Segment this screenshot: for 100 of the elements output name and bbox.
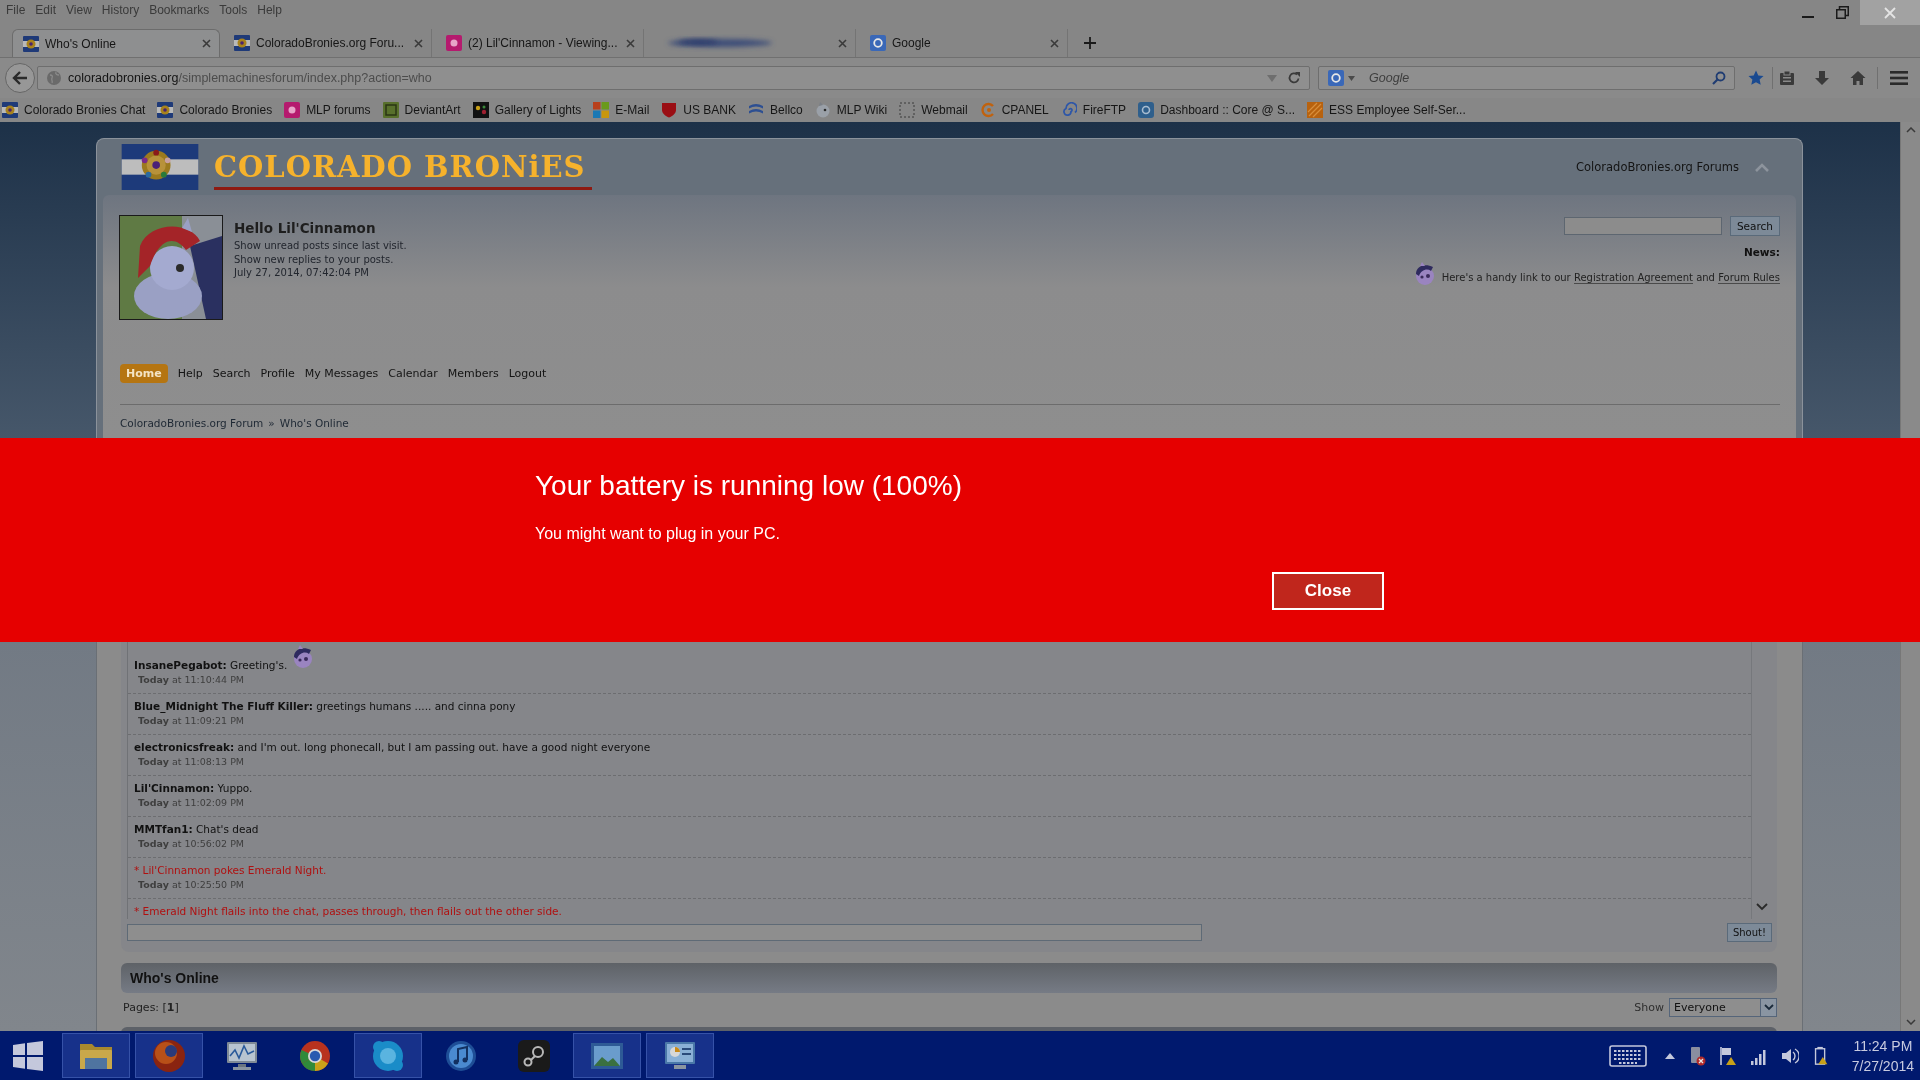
bookmark-item[interactable]: FireFTP [1060, 102, 1127, 118]
flag-logo-icon [157, 102, 174, 118]
home-icon[interactable] [1850, 70, 1866, 86]
nav-item[interactable]: Help [177, 364, 203, 383]
search-bar[interactable]: Google [1318, 66, 1735, 90]
close-icon[interactable] [1050, 38, 1059, 48]
scrollbar[interactable] [1900, 642, 1920, 1031]
nav-item[interactable]: Profile [260, 364, 295, 383]
shield-icon [661, 102, 678, 118]
bookmark-item[interactable]: Webmail [899, 102, 968, 118]
user-link[interactable]: Show unread posts since last visit. [234, 239, 407, 253]
orb-icon [151, 1037, 187, 1074]
logo-tile-icon [446, 35, 462, 51]
flag-logo-icon [23, 35, 39, 52]
nav-item[interactable]: Home [120, 364, 168, 383]
taskbar-button[interactable] [354, 1033, 422, 1078]
search-field[interactable] [1563, 217, 1722, 235]
close-button[interactable]: Close [1272, 572, 1384, 610]
shout-field[interactable] [127, 923, 1202, 941]
nav-item[interactable]: Logout [508, 364, 547, 383]
bookmark-item[interactable]: US BANK [661, 102, 737, 118]
caret-up-icon[interactable] [1664, 1052, 1675, 1059]
news-link[interactable]: Forum Rules [1718, 272, 1780, 284]
reload-icon[interactable] [1287, 71, 1301, 85]
menu-icon[interactable] [1890, 70, 1908, 86]
ring-tile-icon[interactable] [1328, 70, 1344, 86]
flag-warning-icon[interactable] [1718, 1045, 1737, 1066]
close-icon[interactable] [626, 38, 635, 48]
news-link[interactable]: Registration Agreement [1573, 272, 1693, 284]
shout-button[interactable]: Shout! [1726, 922, 1772, 942]
user-link[interactable]: Show new replies to your posts. [234, 252, 407, 266]
bookmark-item[interactable]: Bellco [748, 102, 803, 118]
menu-item[interactable]: Edit [30, 3, 62, 18]
menu-item[interactable]: Help [252, 3, 287, 18]
bookmark-item[interactable]: MLP forums [284, 102, 371, 118]
plus-icon[interactable] [1084, 37, 1096, 49]
bookmark-item[interactable]: Colorado Bronies Chat [2, 102, 146, 118]
globe-icon [46, 70, 62, 86]
search-field[interactable]: Google [1363, 69, 1708, 87]
bookmark-item[interactable]: E-Mail [593, 102, 650, 118]
action-message: * Lil'Cinnamon pokes Emerald Night. [134, 863, 327, 878]
flag-logo-icon [234, 35, 250, 51]
message-text: Lil'Cinnamon: Yuppo. [134, 781, 253, 796]
site-title[interactable]: COLORADO BRONiES [214, 149, 592, 190]
star-icon[interactable] [1748, 70, 1764, 86]
nav-item[interactable]: My Messages [304, 364, 379, 383]
menu-item[interactable]: View [61, 3, 97, 18]
address-field[interactable]: coloradobronies.org/simplemachinesforum/index.php?action=who [37, 66, 1310, 90]
taskbar-button[interactable] [62, 1033, 130, 1078]
menu-item[interactable]: Tools [214, 3, 253, 18]
keyboard-icon[interactable] [1608, 1044, 1647, 1067]
bookmark-item[interactable]: Colorado Bronies [157, 102, 273, 118]
tab[interactable]: (2) Lil'Cinnamon - Viewing... [436, 29, 644, 57]
clock-date[interactable]: 7/27/2014 [1851, 1055, 1914, 1076]
nav-item[interactable]: Members [447, 364, 499, 383]
bookmark-item[interactable]: Gallery of Lights [472, 102, 582, 118]
scroll-up-icon[interactable] [1905, 127, 1916, 133]
search-icon[interactable] [1712, 71, 1726, 85]
striped-tile-icon [1307, 102, 1324, 118]
scroll-down-icon[interactable] [1905, 1019, 1916, 1025]
breadcrumb-link[interactable]: Who's Online [279, 417, 349, 430]
message-time: Today at 10:56:02 PM [137, 837, 246, 850]
scrollbar[interactable] [1900, 122, 1920, 438]
menu-item[interactable]: History [96, 3, 145, 18]
close-icon[interactable] [414, 38, 423, 48]
nav-item[interactable]: Calendar [388, 364, 438, 383]
bookmark-item[interactable]: ESS Employee Self-Ser... [1307, 102, 1466, 118]
show-label: Show [1634, 1000, 1664, 1014]
menu-item[interactable]: Bookmarks [144, 3, 215, 18]
swoosh-icon [979, 102, 996, 118]
bookmark-item[interactable]: CPANEL [979, 102, 1049, 118]
flag-logo-icon [2, 102, 18, 118]
bookmark-item[interactable]: MLP Wiki [814, 102, 888, 118]
forum-title-link[interactable]: ColoradoBronies.org Forums [1576, 160, 1739, 174]
nav-item[interactable]: Search [212, 364, 251, 383]
bookmark-item[interactable]: Dashboard :: Core @ S... [1138, 102, 1296, 118]
tab[interactable]: Who's Online [12, 29, 220, 57]
caret-down-icon[interactable] [1348, 75, 1355, 81]
close-icon[interactable] [838, 38, 847, 48]
tab[interactable]: ColoradoBronies.org Foru... [224, 29, 432, 57]
close-icon[interactable] [202, 39, 211, 48]
clock-time[interactable]: 11:24 PM [1853, 1035, 1913, 1056]
four-squares-icon [593, 102, 610, 118]
breadcrumb-link[interactable]: ColoradoBronies.org Forum [120, 417, 264, 430]
taskbar-button[interactable] [573, 1033, 641, 1078]
back-button[interactable] [5, 63, 35, 93]
scroll-down-icon[interactable] [1756, 903, 1768, 911]
spiral-icon [1060, 102, 1077, 118]
bookmark-item[interactable]: DeviantArt [382, 102, 461, 118]
menu-item[interactable]: File [1, 3, 31, 18]
arrow-left-icon [12, 71, 28, 85]
tab[interactable]: Google [860, 29, 1068, 57]
rounded-tile-icon [1138, 102, 1155, 118]
taskbar-button[interactable] [646, 1033, 714, 1078]
search-button[interactable]: Search [1729, 216, 1780, 236]
clipboard-icon[interactable] [1779, 70, 1795, 86]
show-dropdown[interactable]: Everyone [1669, 997, 1777, 1017]
notification-message: You might want to plug in your PC. [535, 524, 780, 544]
download-icon[interactable] [1814, 70, 1830, 86]
message-time: Today at 10:25:50 PM [137, 878, 246, 891]
